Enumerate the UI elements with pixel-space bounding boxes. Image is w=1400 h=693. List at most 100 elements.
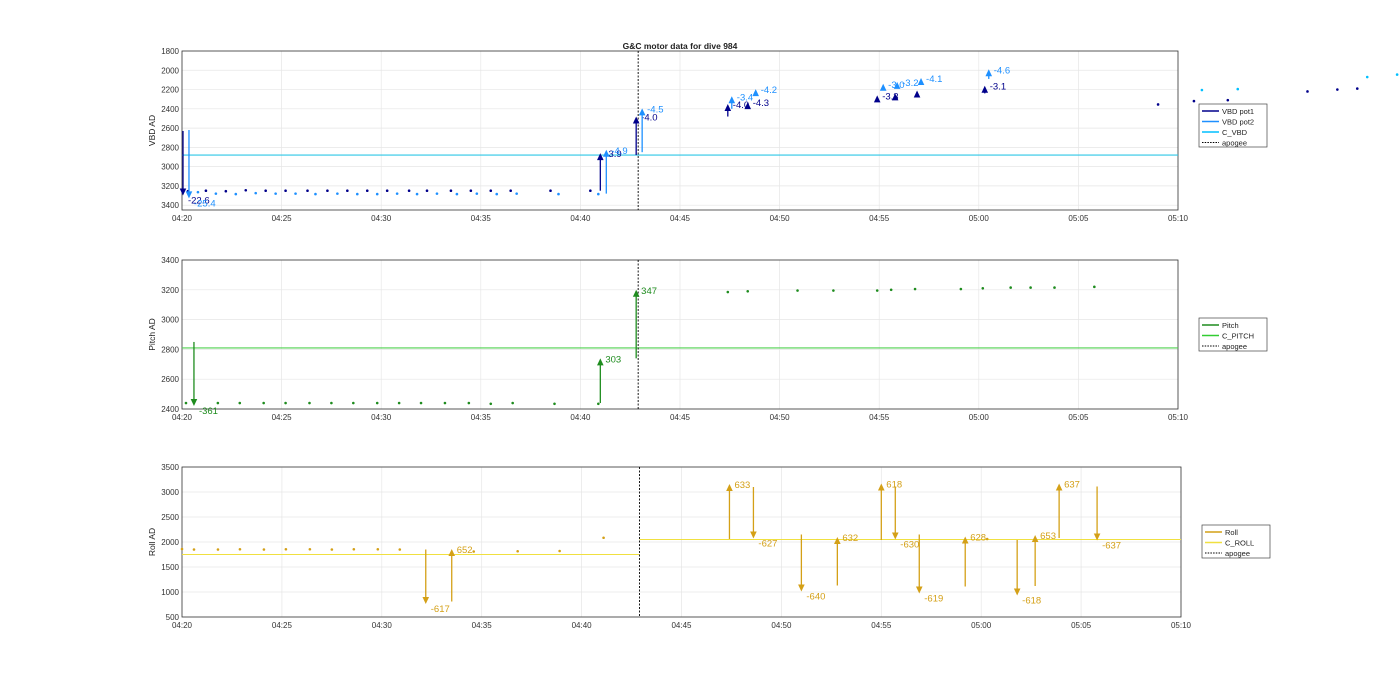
legend: PitchC_PITCHapogee	[1198, 317, 1268, 352]
arrow-label: -3.4	[737, 92, 753, 103]
x-tick-label: 04:25	[272, 214, 293, 223]
legend-label: apogee	[1222, 342, 1247, 351]
data-point	[549, 189, 552, 193]
data-point	[407, 189, 411, 193]
y-tick-label: 3000	[161, 316, 179, 325]
data-point	[216, 548, 220, 551]
data-point	[511, 401, 514, 405]
legend-label: C_VBD	[1222, 128, 1248, 137]
data-point	[192, 548, 196, 551]
legend-label: VBD pot2	[1222, 117, 1254, 126]
data-point	[1336, 88, 1339, 91]
legend-label: C_ROLL	[1225, 538, 1254, 547]
legend-label: apogee	[1222, 138, 1247, 147]
data-point	[216, 401, 220, 405]
legend-label: VBD pot1	[1222, 107, 1254, 116]
data-point	[472, 550, 476, 553]
data-point	[985, 537, 989, 541]
legend-label: Roll	[1225, 528, 1238, 537]
data-point	[746, 289, 750, 293]
data-point	[415, 192, 419, 196]
data-point	[397, 401, 401, 405]
data-point	[443, 401, 447, 405]
x-tick-label: 04:30	[371, 214, 392, 223]
data-point	[469, 189, 473, 193]
data-point	[558, 549, 561, 553]
x-tick-label: 05:05	[1071, 621, 1092, 630]
data-point	[214, 192, 218, 195]
x-tick-label: 04:35	[472, 621, 493, 630]
data-point	[395, 192, 399, 195]
legend: VBD pot1VBD pot2 C_VBDapogee	[1198, 103, 1268, 148]
data-point	[262, 401, 265, 405]
legend: RollC_ROLLapogee	[1201, 524, 1271, 559]
y-tick-label: 2200	[161, 86, 179, 95]
arrow-label: 637	[1064, 480, 1080, 491]
data-point	[589, 189, 592, 193]
data-point	[832, 289, 835, 292]
data-point	[602, 536, 605, 540]
y-tick-label: 500	[166, 613, 180, 622]
data-point	[385, 189, 389, 193]
arrow-label: -627	[758, 539, 777, 550]
x-tick-label: 05:00	[969, 214, 990, 223]
arrow-label: -3.2	[902, 78, 918, 89]
data-point	[1355, 87, 1359, 90]
x-tick-label: 04:45	[670, 413, 691, 422]
x-tick-label: 04:30	[372, 621, 393, 630]
x-tick-label: 04:50	[770, 214, 791, 223]
data-point	[959, 287, 963, 291]
x-tick-label: 04:50	[771, 621, 792, 630]
data-point	[1192, 99, 1196, 103]
x-tick-label: 04:20	[172, 214, 193, 223]
data-point	[435, 192, 439, 195]
data-point	[375, 401, 379, 405]
data-point	[355, 192, 359, 196]
data-point	[352, 547, 356, 551]
y-tick-label: 2000	[161, 538, 179, 547]
x-tick-label: 05:00	[969, 413, 990, 422]
arrow-label: -640	[806, 592, 825, 603]
data-point	[365, 189, 369, 193]
x-tick-label: 05:10	[1168, 214, 1189, 223]
data-point	[449, 189, 453, 193]
data-point	[314, 192, 317, 196]
x-tick-label: 04:45	[671, 621, 692, 630]
arrow-label: -618	[1022, 596, 1041, 607]
data-point	[180, 547, 184, 551]
data-point	[375, 192, 379, 196]
figure: G&C motor data for dive 984 04:20 04:25 04…	[0, 0, 1400, 693]
legend-label: apogee	[1225, 549, 1250, 558]
x-tick-label: 05:10	[1168, 413, 1189, 422]
y-tick-label: 3200	[161, 182, 179, 191]
x-tick-label: 04:25	[272, 621, 293, 630]
data-point	[1156, 103, 1160, 106]
data-point	[284, 189, 287, 193]
data-point	[515, 192, 518, 195]
data-point	[509, 189, 512, 193]
data-point	[196, 190, 200, 194]
x-tick-label: 04:20	[172, 413, 193, 422]
data-point	[346, 189, 349, 193]
arrow-label: -361	[199, 406, 218, 417]
data-point	[1200, 88, 1204, 92]
data-point	[1093, 285, 1096, 289]
arrow-label: 628	[970, 533, 986, 544]
y-tick-label: 3000	[161, 488, 179, 497]
data-point	[184, 401, 188, 405]
data-point	[1226, 98, 1230, 102]
y-tick-label: 2600	[161, 375, 179, 384]
arrow-label: -619	[924, 594, 943, 605]
arrow-label: -637	[1102, 541, 1121, 552]
data-point	[1053, 286, 1056, 289]
data-point	[597, 192, 600, 196]
arrow-label: 633	[734, 480, 750, 491]
data-point	[244, 188, 248, 192]
arrow-label: -4.3	[753, 98, 769, 109]
data-point	[1395, 73, 1399, 76]
arrow-label: -4.6	[994, 65, 1010, 76]
arrow-label: -630	[900, 540, 919, 551]
y-tick-label: 3200	[161, 286, 179, 295]
data-point	[352, 401, 355, 405]
data-point	[1009, 286, 1012, 289]
